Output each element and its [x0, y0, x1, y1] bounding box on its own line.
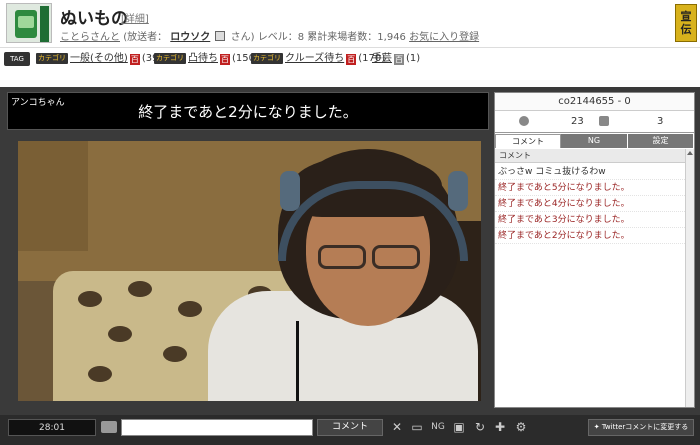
screen-icon[interactable]: ▣	[451, 419, 467, 435]
tag-item[interactable]: カテゴリ クルーズ待ち百 (170)	[251, 52, 385, 66]
tag-bar: TAG カテゴリ一般(その他)百(391) カテゴリ凸待ち百(150) カテゴリ…	[0, 47, 700, 69]
comment-list-header[interactable]: コメント	[495, 149, 685, 163]
profile-icon[interactable]	[215, 31, 226, 41]
video-headphone-cup	[448, 171, 468, 211]
tag-name[interactable]: クルーズ待ち	[285, 53, 344, 64]
scroll-up-icon[interactable]	[687, 151, 693, 155]
video-cable	[296, 321, 299, 401]
comment-input[interactable]	[121, 419, 313, 436]
advertise-button[interactable]: 宣伝	[675, 4, 697, 42]
favorite-link[interactable]: お気に入り登録	[409, 32, 479, 43]
page-header: ぬいもの [詳細] ことらさんと (放送者： ロウソク さん) レベル：8 累計…	[0, 0, 700, 46]
dictionary-icon[interactable]: 百	[346, 54, 357, 65]
telop-bar: アンコちゃん 終了まであと2分になりました。	[7, 92, 489, 130]
viewer-count: 23	[571, 116, 584, 127]
video-pattern	[88, 366, 112, 382]
twitter-button-label: Twitterコメントに変更する	[601, 423, 689, 431]
video-pattern	[163, 346, 187, 362]
control-bar: 28:01 コメント ✕ ▭ NG ▣ ↻ ✚ ⚙ ✦ Twitterコメントに…	[0, 415, 700, 445]
detail-link[interactable]: [詳細]	[121, 10, 149, 25]
tag-name[interactable]: 手芸	[372, 53, 392, 64]
category-badge: カテゴリ	[251, 53, 283, 64]
elapsed-time: 28:01	[8, 419, 96, 436]
broadcaster-name-link[interactable]: ロウソク	[170, 32, 210, 43]
gamepad-icon[interactable]: ✚	[492, 419, 508, 435]
video-pattern	[78, 291, 102, 307]
comment-list: ぶっさw コミュ抜けるわw 終了まであと5分になりました。 終了まであと4分にな…	[495, 164, 685, 244]
tag-item[interactable]: カテゴリ一般(その他)百(391)	[36, 52, 169, 66]
tab-settings[interactable]: 設定	[628, 134, 694, 148]
comment-row[interactable]: 終了まであと4分になりました。	[495, 196, 685, 212]
keyboard-icon[interactable]	[101, 421, 117, 433]
comment-row[interactable]: ぶっさw コミュ抜けるわw	[495, 164, 685, 180]
live-video[interactable]	[18, 141, 481, 401]
broadcast-meta: ことらさんと (放送者： ロウソク さん) レベル：8 累計来場者数：1,946…	[60, 28, 479, 43]
settings-icon[interactable]: ⚙	[513, 419, 529, 435]
community-id: co2144655 - 0	[495, 93, 694, 111]
comment-submit-button[interactable]: コメント	[317, 419, 383, 436]
comment-row[interactable]: 終了まであと2分になりました。	[495, 228, 685, 244]
dictionary-icon[interactable]: 百	[129, 54, 140, 65]
comment-count: 3	[657, 116, 664, 127]
reload-icon[interactable]: ↻	[472, 419, 488, 435]
community-user-link[interactable]: ことらさんと	[60, 32, 120, 43]
user-icon	[519, 116, 529, 126]
comment-row[interactable]: 終了まであと5分になりました。	[495, 180, 685, 196]
tab-ng[interactable]: NG	[561, 134, 628, 148]
community-thumbnail[interactable]	[6, 3, 52, 43]
tab-comment[interactable]: コメント	[495, 134, 561, 148]
video-headphone-cup	[280, 171, 300, 211]
comment-row[interactable]: 終了まであと3分になりました。	[495, 212, 685, 228]
twitter-icon: ✦	[593, 423, 602, 431]
tag-item[interactable]: カテゴリ 凸待ち百 (150)	[154, 52, 259, 66]
broadcaster-suffix: さん)	[230, 32, 255, 43]
twitter-toggle-button[interactable]: ✦ Twitterコメントに変更する	[588, 419, 694, 436]
community-stats: レベル：8 累計来場者数：1,946	[257, 32, 406, 43]
mute-icon[interactable]: ✕	[389, 419, 405, 435]
video-door	[18, 141, 88, 251]
comment-panel: co2144655 - 0 23 3 コメント NG 設定 コメント ぶっさw …	[494, 92, 695, 408]
tag-label: TAG	[4, 52, 30, 66]
video-pattern	[178, 301, 202, 317]
ng-icon[interactable]: NG	[430, 419, 446, 435]
dictionary-icon[interactable]: 百	[220, 54, 230, 65]
dictionary-icon[interactable]: 百	[394, 54, 404, 65]
community-logo-icon	[15, 10, 37, 38]
video-pattern	[108, 326, 132, 342]
tag-name[interactable]: 一般(その他)	[70, 53, 128, 64]
viewer-stats: 23 3	[495, 111, 694, 133]
category-badge: カテゴリ	[36, 53, 68, 64]
chat-icon[interactable]: ▭	[409, 419, 425, 435]
panel-tabs: コメント NG 設定	[495, 134, 694, 148]
comment-bubble-icon	[599, 116, 609, 126]
category-badge: カテゴリ	[154, 53, 186, 64]
comment-scrollbar[interactable]	[685, 149, 694, 407]
tag-item[interactable]: 手芸百 (1)	[372, 52, 420, 66]
tag-count: (1)	[406, 53, 421, 64]
telop-message: 終了まであと2分になりました。	[138, 103, 358, 121]
community-badge	[40, 6, 49, 42]
tag-name[interactable]: 凸待ち	[188, 53, 218, 64]
broadcaster-prefix: (放送者：	[123, 32, 168, 43]
page-title: ぬいもの	[60, 9, 128, 29]
video-pattern	[128, 281, 152, 297]
